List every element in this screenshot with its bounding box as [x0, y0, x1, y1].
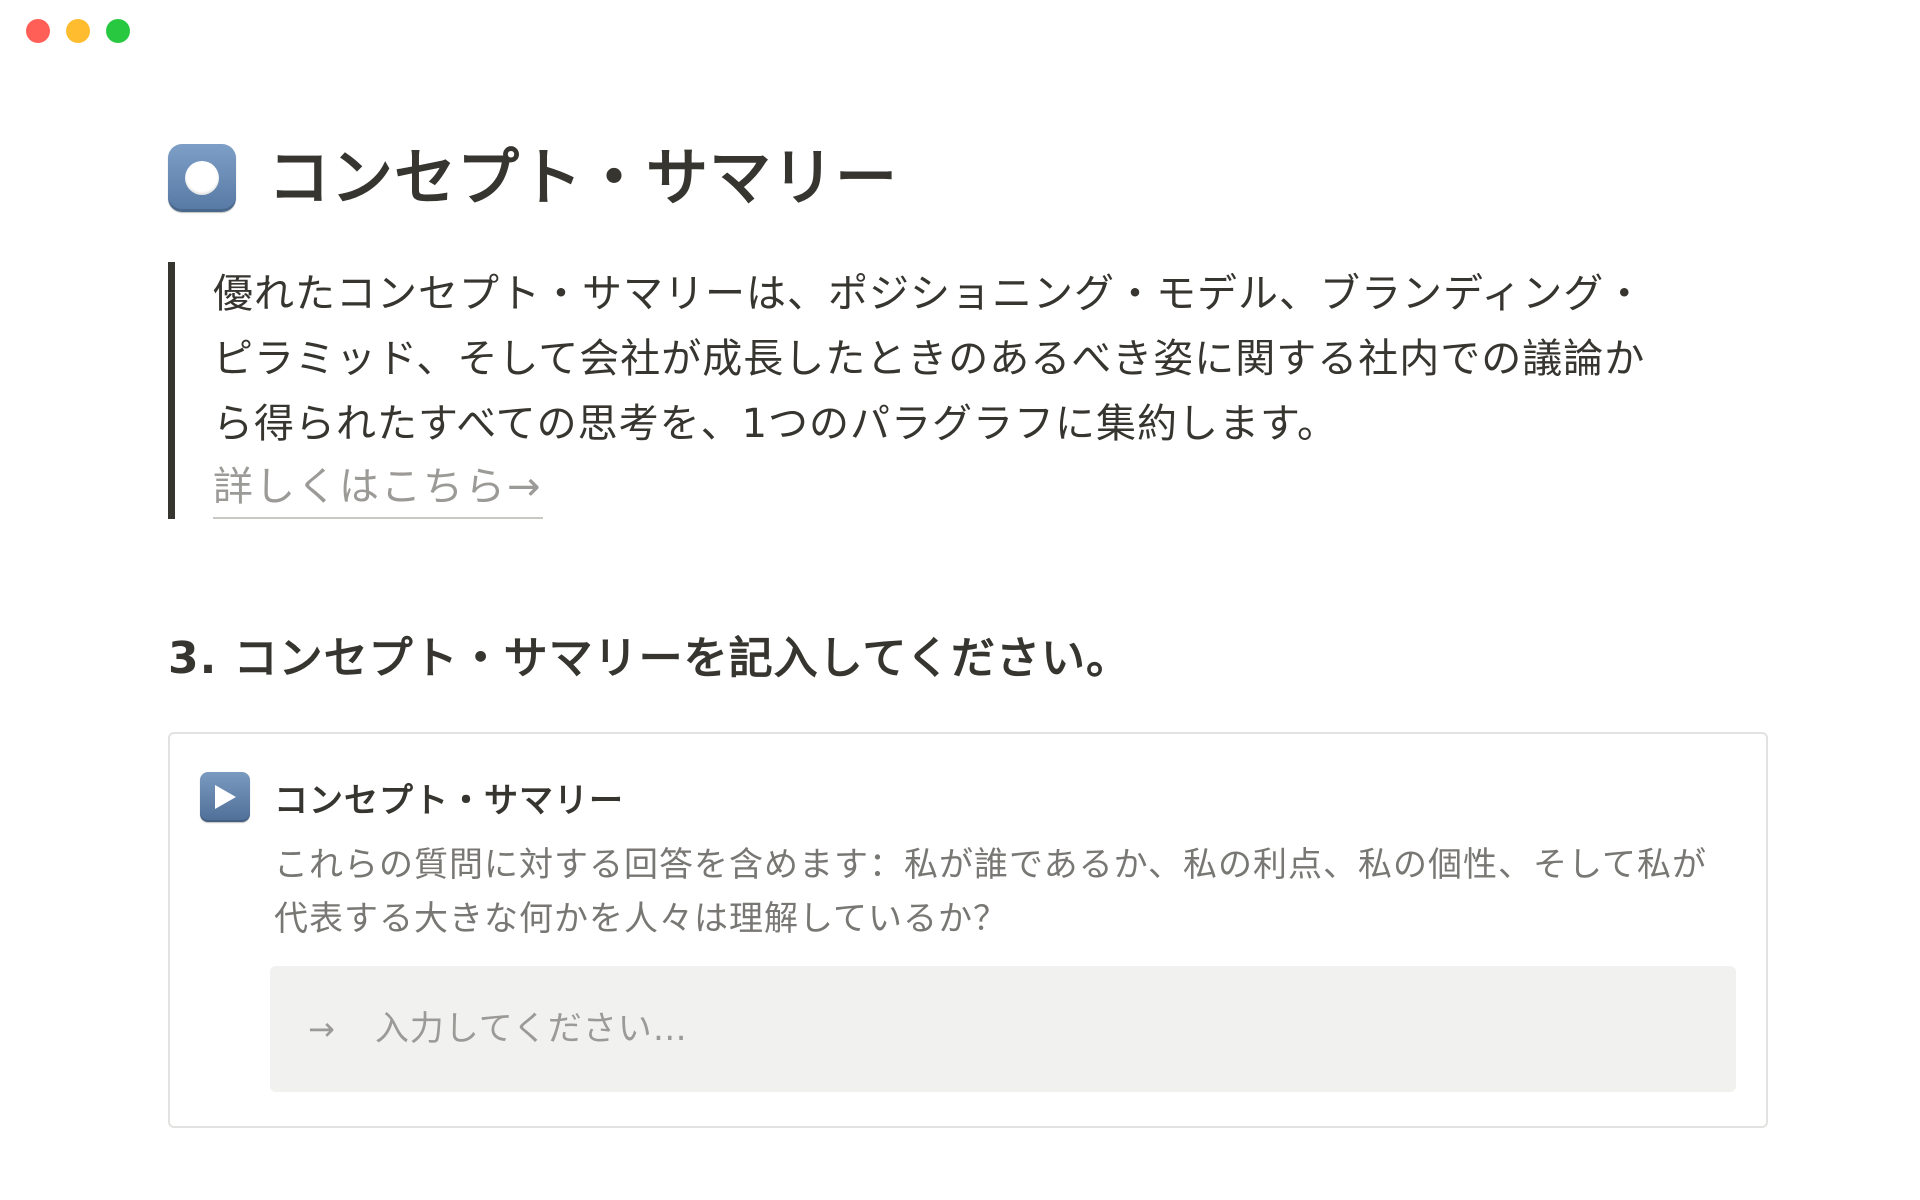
record-button-icon[interactable] — [168, 144, 236, 212]
page-header: コンセプト・サマリー — [168, 130, 1768, 226]
section-heading: 3. コンセプト・サマリーを記入してください。 — [168, 633, 1132, 684]
window-controls — [26, 19, 130, 43]
arrow-right-icon: → — [308, 1010, 335, 1048]
window-minimize-button[interactable] — [66, 19, 90, 43]
callout-card: コンセプト・サマリー これらの質問に対する回答を含めます：私が誰であるか、私の利… — [168, 732, 1768, 1128]
page-title: コンセプト・サマリー — [268, 141, 899, 214]
window-close-button[interactable] — [26, 19, 50, 43]
quote-block: 優れたコンセプト・サマリーは、ポジショニング・モデル、ブランディング・ピラミッド… — [168, 262, 1648, 519]
page-content: コンセプト・サマリー 優れたコンセプト・サマリーは、ポジショニング・モデル、ブラ… — [168, 130, 1768, 1128]
callout-title: コンセプト・サマリー — [274, 780, 624, 821]
callout-description: これらの質問に対する回答を含めます：私が誰であるか、私の利点、私の個性、そして私… — [274, 845, 1707, 939]
play-button-icon — [200, 772, 250, 822]
window-maximize-button[interactable] — [106, 19, 130, 43]
answer-input-box[interactable]: → — [270, 966, 1736, 1092]
learn-more-link[interactable]: 詳しくはこちら→ — [213, 457, 543, 519]
callout-header: コンセプト・サマリー — [200, 772, 624, 822]
quote-text: 優れたコンセプト・サマリーは、ポジショニング・モデル、ブランディング・ピラミッド… — [213, 271, 1646, 447]
answer-input[interactable] — [372, 1008, 1677, 1050]
